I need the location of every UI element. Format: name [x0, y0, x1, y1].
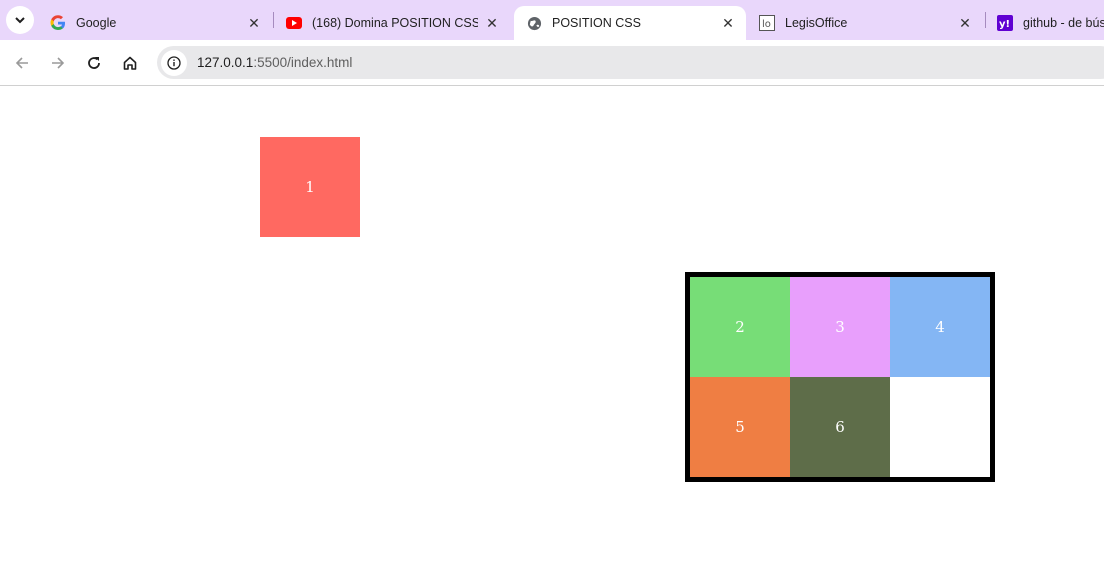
url-path: :5500/index.html [253, 55, 353, 70]
yahoo-icon: y! [997, 15, 1013, 31]
back-arrow-icon [15, 57, 28, 69]
google-icon [50, 15, 66, 31]
legisoffice-icon: lo [759, 15, 775, 31]
tab-youtube[interactable]: (168) Domina POSITION CSS. G ✕ [274, 6, 510, 40]
url-host: 127.0.0.1 [197, 55, 254, 70]
reload-icon [88, 57, 100, 69]
globe-icon [526, 15, 542, 31]
tab-legisoffice[interactable]: lo LegisOffice ✕ [747, 6, 983, 40]
tab-title: github - de búsq [1023, 16, 1104, 30]
tab-title: Google [76, 16, 117, 30]
box-label: 3 [835, 318, 845, 336]
box-label: 5 [735, 418, 745, 436]
chevron-down-icon [15, 17, 25, 24]
box-2: 2 [690, 277, 790, 377]
close-icon[interactable]: ✕ [246, 15, 262, 31]
box-4: 4 [890, 277, 990, 377]
back-button[interactable] [8, 49, 36, 77]
box-1: 1 [260, 137, 360, 237]
box-3: 3 [790, 277, 890, 377]
address-bar[interactable]: 127.0.0.1:5500/index.html [157, 46, 1104, 79]
close-icon[interactable]: ✕ [957, 15, 973, 31]
forward-button[interactable] [44, 49, 72, 77]
tab-title: POSITION CSS [552, 16, 641, 30]
tab-yahoo[interactable]: y! github - de búsq [985, 6, 1104, 40]
box-5: 5 [690, 377, 790, 477]
close-icon[interactable]: ✕ [720, 15, 736, 31]
svg-text:y!: y! [999, 19, 1010, 30]
box-label: 2 [735, 318, 745, 336]
box-label: 4 [935, 318, 945, 336]
browser-toolbar: 127.0.0.1:5500/index.html [0, 40, 1104, 86]
tab-search-button[interactable] [6, 6, 34, 34]
tab-position-css[interactable]: POSITION CSS ✕ [514, 6, 746, 40]
box-label: 6 [835, 418, 845, 436]
tab-title: LegisOffice [785, 16, 848, 30]
home-icon [123, 56, 137, 70]
reload-button[interactable] [80, 49, 108, 77]
box-6: 6 [790, 377, 890, 477]
close-icon[interactable]: ✕ [484, 15, 500, 31]
box-label: 1 [305, 178, 315, 196]
youtube-icon [286, 15, 302, 31]
site-info-button[interactable] [161, 49, 187, 76]
forward-arrow-icon [52, 57, 65, 69]
grid-container: 2 3 4 5 6 [685, 272, 995, 482]
svg-text:lo: lo [762, 19, 771, 30]
tab-strip: Google ✕ (168) Domina POSITION CSS. G ✕ … [0, 0, 1104, 40]
tab-title: (168) Domina POSITION CSS. G [312, 16, 478, 30]
page-content: 1 2 3 4 5 6 [0, 87, 1104, 569]
url-text[interactable]: 127.0.0.1:5500/index.html [197, 55, 352, 70]
tab-google[interactable]: Google ✕ [38, 6, 272, 40]
info-icon [167, 55, 181, 70]
home-button[interactable] [116, 49, 144, 77]
